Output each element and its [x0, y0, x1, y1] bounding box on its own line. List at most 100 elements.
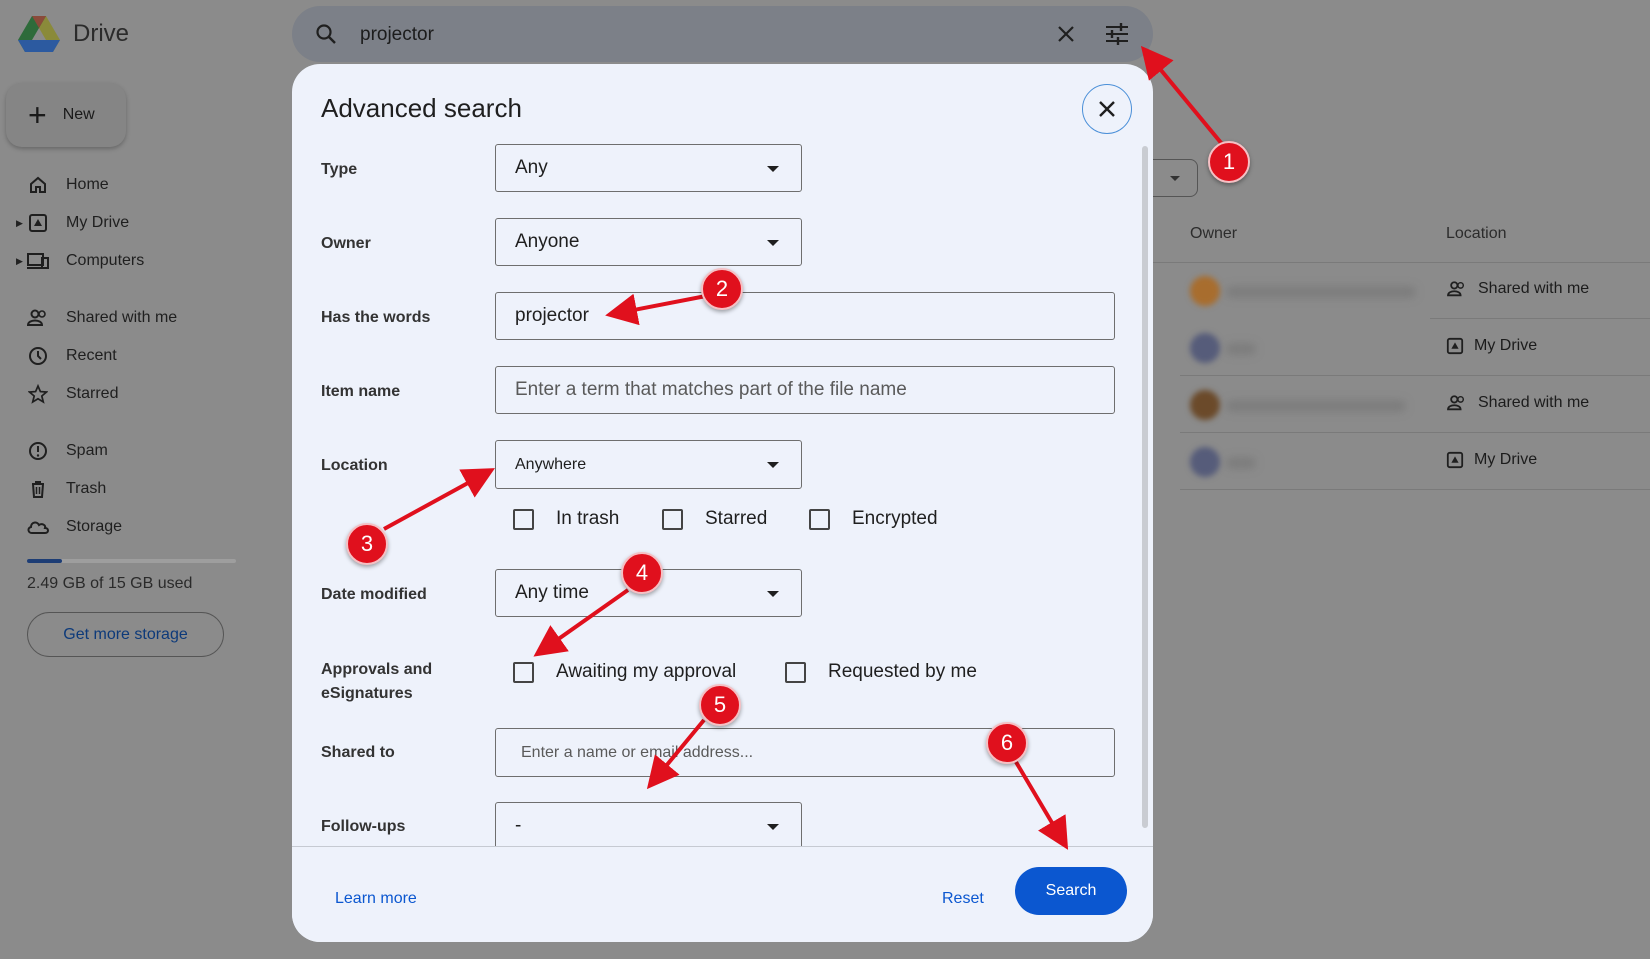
- expand-caret-icon[interactable]: ▶: [16, 218, 23, 229]
- sidebar-item-computers[interactable]: ▶ Computers: [16, 246, 250, 276]
- storage-usage-text: 2.49 GB of 15 GB used: [27, 575, 193, 592]
- location-select[interactable]: Anywhere: [495, 440, 802, 489]
- sidebar-item-label: Storage: [66, 518, 123, 535]
- checkbox-box[interactable]: [513, 508, 534, 530]
- people-icon: [1447, 395, 1465, 411]
- cloud-icon: [24, 515, 52, 539]
- reset-button[interactable]: Reset: [942, 890, 984, 908]
- table-row-location: Shared with me: [1446, 394, 1589, 412]
- dialog-title: Advanced search: [321, 93, 522, 123]
- dialog-footer: Learn more Reset Search: [292, 846, 1153, 942]
- location-value: Anywhere: [515, 455, 587, 473]
- type-select[interactable]: Any: [495, 144, 802, 192]
- requested-by-me-checkbox[interactable]: Requested by me: [785, 661, 977, 683]
- sidebar-item-trash[interactable]: Trash: [20, 474, 250, 504]
- date-modified-label: Date modified: [321, 586, 427, 603]
- storage-progress-fill: [27, 559, 62, 563]
- shared-to-label: Shared to: [321, 744, 395, 761]
- checkbox-box[interactable]: [809, 508, 830, 530]
- avatar: [1190, 390, 1220, 420]
- awaiting-approval-checkbox[interactable]: Awaiting my approval: [513, 661, 736, 683]
- annotation-badge: 5: [699, 684, 741, 726]
- table-row-location: My Drive: [1446, 451, 1537, 469]
- checkbox-box[interactable]: [513, 661, 534, 683]
- chevron-down-icon: [1170, 176, 1180, 181]
- avatar: [1190, 447, 1220, 477]
- sidebar-item-label: Trash: [66, 480, 107, 497]
- type-value: Any: [515, 157, 548, 178]
- computers-icon: [24, 249, 52, 273]
- chevron-down-icon: [767, 824, 779, 830]
- expand-caret-icon[interactable]: ▶: [16, 256, 23, 267]
- table-row-location: My Drive: [1446, 337, 1537, 355]
- filter-dropdown[interactable]: [1150, 159, 1198, 197]
- chevron-down-icon: [767, 462, 779, 468]
- table-row-location: Shared with me: [1446, 280, 1589, 298]
- sidebar-item-recent[interactable]: Recent: [20, 341, 250, 371]
- divider: [1180, 375, 1650, 376]
- sidebar-item-label: Starred: [66, 385, 119, 402]
- location-label: Location: [321, 457, 388, 474]
- search-options-icon[interactable]: [1104, 22, 1130, 51]
- sidebar-item-spam[interactable]: Spam: [20, 436, 250, 466]
- checkbox-box[interactable]: [662, 508, 683, 530]
- sidebar-item-label: My Drive: [66, 214, 130, 231]
- chevron-down-icon: [767, 166, 779, 172]
- my-drive-icon: [1446, 337, 1464, 355]
- storage-progress-bar: [27, 559, 236, 563]
- chevron-down-icon: [767, 240, 779, 246]
- sidebar-item-home[interactable]: Home: [20, 170, 250, 200]
- scrollbar[interactable]: [1142, 146, 1148, 828]
- checkbox-label: Awaiting my approval: [556, 661, 737, 682]
- follow-ups-label: Follow-ups: [321, 818, 406, 835]
- sidebar-item-shared-with-me[interactable]: Shared with me: [20, 303, 250, 333]
- new-button[interactable]: + New: [6, 83, 126, 147]
- get-more-storage-button[interactable]: Get more storage: [27, 612, 224, 657]
- owner-select[interactable]: Anyone: [495, 218, 802, 266]
- owner-redacted: [1226, 343, 1256, 355]
- search-bar[interactable]: projector: [292, 6, 1153, 62]
- people-icon: [1447, 281, 1465, 297]
- sidebar-item-storage[interactable]: Storage: [20, 512, 250, 542]
- plus-icon: +: [28, 97, 47, 133]
- divider: [1180, 432, 1650, 433]
- in-trash-checkbox[interactable]: In trash: [513, 508, 619, 530]
- annotation-badge: 2: [701, 268, 743, 310]
- approvals-label-line2: eSignatures: [321, 685, 413, 702]
- home-icon: [24, 173, 52, 197]
- owner-value: Anyone: [515, 231, 580, 252]
- checkbox-label: In trash: [556, 508, 620, 529]
- encrypted-checkbox[interactable]: Encrypted: [809, 508, 938, 530]
- annotation-badge: 4: [621, 552, 663, 594]
- learn-more-link[interactable]: Learn more: [335, 890, 417, 908]
- checkbox-label: Encrypted: [852, 508, 938, 529]
- sidebar-item-my-drive[interactable]: ▶ My Drive: [16, 208, 250, 238]
- approvals-label: Approvals and eSignatures: [321, 658, 432, 706]
- drive-logo-icon: [18, 16, 60, 52]
- location-text: My Drive: [1474, 337, 1538, 354]
- star-icon: [24, 382, 52, 406]
- owner-label: Owner: [321, 235, 371, 252]
- column-header-owner[interactable]: Owner: [1190, 225, 1237, 243]
- new-button-label: New: [62, 106, 95, 123]
- starred-checkbox[interactable]: Starred: [662, 508, 767, 530]
- avatar: [1190, 276, 1220, 306]
- owner-redacted: [1226, 286, 1416, 298]
- approvals-label-line1: Approvals and: [321, 661, 433, 678]
- drive-logo[interactable]: Drive: [17, 14, 129, 54]
- location-text: Shared with me: [1478, 394, 1590, 411]
- checkbox-box[interactable]: [785, 661, 806, 683]
- sidebar-item-starred[interactable]: Starred: [20, 379, 250, 409]
- column-header-location[interactable]: Location: [1446, 225, 1507, 243]
- annotation-badge: 1: [1208, 141, 1250, 183]
- trash-icon: [24, 477, 52, 501]
- close-icon[interactable]: [1054, 22, 1078, 51]
- search-icon[interactable]: [314, 22, 338, 51]
- search-query-text[interactable]: projector: [360, 24, 434, 46]
- has-words-input[interactable]: projector: [495, 292, 1115, 340]
- item-name-input[interactable]: Enter a term that matches part of the fi…: [495, 366, 1115, 414]
- search-button[interactable]: Search: [1015, 867, 1127, 915]
- close-dialog-button[interactable]: [1082, 84, 1132, 134]
- divider: [1150, 262, 1650, 263]
- follow-ups-select[interactable]: -: [495, 802, 802, 850]
